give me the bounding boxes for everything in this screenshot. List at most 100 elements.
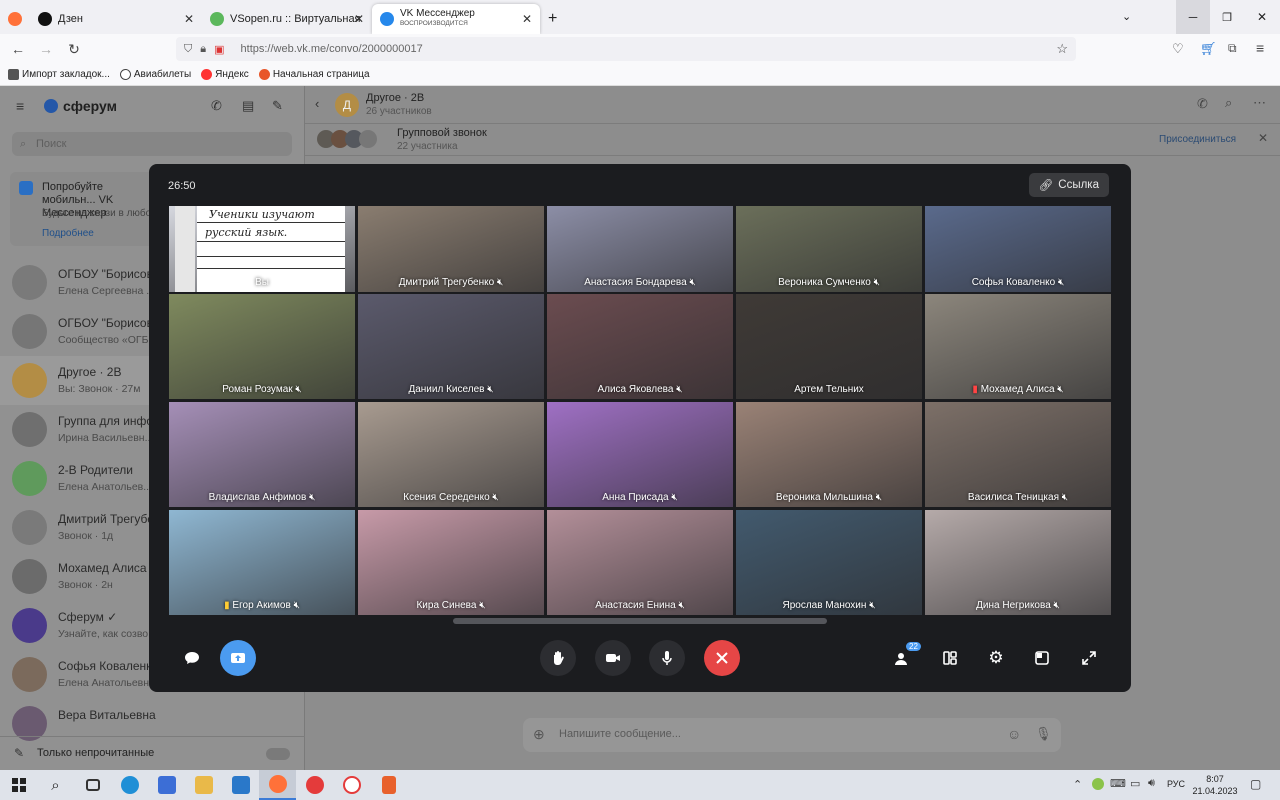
participant-tile[interactable]: Вероника Сумченко 🔇︎ [736, 206, 922, 292]
cart-icon[interactable]: 🛒︎ [1200, 41, 1217, 57]
tab-list-chevron-icon[interactable]: ⌄ [1122, 10, 1131, 23]
minimize-button[interactable]: ─ [1176, 0, 1210, 34]
firefox-taskbar-icon[interactable] [259, 770, 296, 800]
picture-in-picture-icon[interactable] [1030, 646, 1054, 670]
promo-more-link[interactable]: Подробнее [42, 228, 94, 239]
bookmark-import[interactable]: Импорт закладок... [8, 69, 110, 80]
pocket-icon[interactable]: ♡ [1172, 41, 1184, 57]
search-icon[interactable]: ⌕ [37, 770, 74, 800]
mail-icon[interactable] [222, 770, 259, 800]
participant-tile[interactable]: Ученики изучают русский язык. Вы [169, 206, 355, 292]
language-indicator[interactable]: РУС [1167, 779, 1185, 789]
tab-vsopen[interactable]: VSopen.ru :: Виртуальная шко ✕ [202, 4, 372, 34]
yandex-icon[interactable] [333, 770, 370, 800]
participant-tile[interactable]: Алиса Яковлева 🔇︎ [547, 294, 733, 399]
explorer-icon[interactable] [185, 770, 222, 800]
fullscreen-icon[interactable] [1077, 646, 1101, 670]
compose-icon[interactable]: ✎ [272, 98, 283, 114]
call-plus-icon[interactable]: ✆ [211, 98, 222, 114]
forward-icon[interactable]: → [32, 41, 60, 57]
participant-tile[interactable]: Дмитрий Трегубенко 🔇︎ [358, 206, 544, 292]
network-icon[interactable]: ▭ [1130, 777, 1140, 790]
document-icon[interactable] [370, 770, 407, 800]
bookmark-home[interactable]: Начальная страница [258, 69, 370, 80]
microphone-button[interactable] [649, 640, 685, 676]
tab-vk-messenger[interactable]: VK Мессенджер ВОСПРОИЗВОДИТСЯ ✕ [372, 4, 540, 34]
participant-tile[interactable]: Анастасия Енина 🔇︎ [547, 510, 733, 615]
edge-icon[interactable] [111, 770, 148, 800]
close-window-button[interactable]: ✕ [1244, 0, 1280, 34]
screen-share-button[interactable] [220, 640, 256, 676]
extensions-icon[interactable]: ⧉ [1228, 41, 1237, 56]
tray-app-icon[interactable] [1092, 778, 1104, 790]
reload-icon[interactable]: ↻ [60, 41, 88, 58]
permissions-icon[interactable]: ▣ [214, 43, 224, 56]
participants-icon[interactable]: 22 [892, 642, 921, 670]
close-tab-icon[interactable]: ✕ [184, 12, 194, 26]
end-call-button[interactable] [704, 640, 740, 676]
notifications-icon[interactable]: ▢ [1250, 777, 1261, 791]
phone-icon[interactable]: ✆ [1197, 96, 1208, 112]
participant-tile[interactable]: Артем Тельних [736, 294, 922, 399]
search-icon[interactable]: ⌕ [1225, 95, 1232, 111]
bookmark-yandex[interactable]: Яндекс [201, 69, 249, 80]
chat-item-preview: Ирина Васильевн... [58, 432, 154, 444]
copy-link-button[interactable]: 🔗︎ Ссылка [1028, 173, 1109, 197]
participant-tile[interactable]: Анастасия Бондарева 🔇︎ [547, 206, 733, 292]
hamburger-icon[interactable]: ≡ [16, 98, 24, 114]
unread-toggle[interactable] [266, 748, 290, 760]
message-composer[interactable]: ⊕ Напишите сообщение... ☺ 🎙︎ [523, 718, 1061, 752]
participant-tile[interactable]: ▮ Мохамед Алиса 🔇︎ [925, 294, 1111, 399]
participant-tile[interactable]: Даниил Киселев 🔇︎ [358, 294, 544, 399]
tray-chevron-icon[interactable]: ⌃ [1073, 778, 1082, 791]
layout-grid-icon[interactable] [938, 646, 962, 670]
attach-plus-icon[interactable]: ⊕ [533, 726, 545, 743]
participant-tile[interactable]: Василиса Теницкая 🔇︎ [925, 402, 1111, 507]
raise-hand-button[interactable] [540, 640, 576, 676]
keyboard-icon[interactable]: ⌨ [1110, 777, 1126, 790]
tab-dzen[interactable]: Дзен ✕ [30, 4, 202, 34]
store-icon[interactable] [148, 770, 185, 800]
yandex-browser-icon[interactable] [296, 770, 333, 800]
search-input[interactable]: ⌕ Поиск [12, 132, 292, 156]
back-chevron-icon[interactable]: ‹ [315, 96, 319, 111]
camera-button[interactable] [595, 640, 631, 676]
firefox-menu-icon[interactable] [0, 4, 30, 34]
bookmark-flights[interactable]: Авиабилеты [119, 69, 191, 80]
restore-button[interactable]: ❐ [1210, 0, 1244, 34]
close-tab-icon[interactable]: ✕ [354, 12, 364, 26]
clock[interactable]: 8:07 21.04.2023 [1192, 773, 1238, 797]
close-icon[interactable]: ✕ [1258, 131, 1268, 145]
dzen-icon [38, 12, 52, 26]
participant-tile[interactable]: Кира Синева 🔇︎ [358, 510, 544, 615]
participant-tile[interactable]: Вероника Мильшина 🔇︎ [736, 402, 922, 507]
join-call-button[interactable]: Присоединиться [1159, 134, 1236, 145]
address-bar[interactable]: ⛉ 🔒︎ ▣ https://web.vk.me/convo/200000001… [176, 37, 1076, 61]
new-tab-button[interactable]: + [540, 4, 570, 34]
bookmark-label: Яндекс [215, 69, 249, 80]
menu-icon[interactable]: ≡ [1256, 40, 1264, 56]
chat-icon[interactable] [174, 640, 210, 676]
task-view-icon[interactable] [74, 770, 111, 800]
microphone-icon[interactable]: 🎙︎ [1035, 726, 1052, 742]
participant-tile[interactable]: Ксения Середенко 🔇︎ [358, 402, 544, 507]
participant-tile[interactable]: Дина Негрикова 🔇︎ [925, 510, 1111, 615]
message-input[interactable]: Напишите сообщение... [559, 728, 681, 740]
participant-tile[interactable]: Владислав Анфимов 🔇︎ [169, 402, 355, 507]
participant-tile[interactable]: Анна Присада 🔇︎ [547, 402, 733, 507]
close-tab-icon[interactable]: ✕ [522, 12, 532, 26]
settings-gear-icon[interactable]: ⚙ [984, 646, 1008, 670]
emoji-icon[interactable]: ☺ [1007, 726, 1021, 742]
grid-scrollbar[interactable] [453, 618, 827, 624]
mic-muted-icon: 🔇︎ [689, 277, 696, 288]
back-icon[interactable]: ← [4, 41, 32, 57]
participant-tile[interactable]: Ярослав Манохин 🔇︎ [736, 510, 922, 615]
start-icon[interactable] [0, 770, 37, 800]
volume-icon[interactable]: 🔊︎ [1148, 777, 1155, 790]
participant-tile[interactable]: ▮ Егор Акимов 🔇︎ [169, 510, 355, 615]
participant-tile[interactable]: Роман Розумак 🔇︎ [169, 294, 355, 399]
bookmark-star-icon[interactable]: ☆ [1056, 41, 1068, 57]
participant-tile[interactable]: Софья Коваленко 🔇︎ [925, 206, 1111, 292]
archive-icon[interactable]: ▤ [242, 98, 254, 114]
more-icon[interactable]: ⋯ [1253, 95, 1266, 111]
